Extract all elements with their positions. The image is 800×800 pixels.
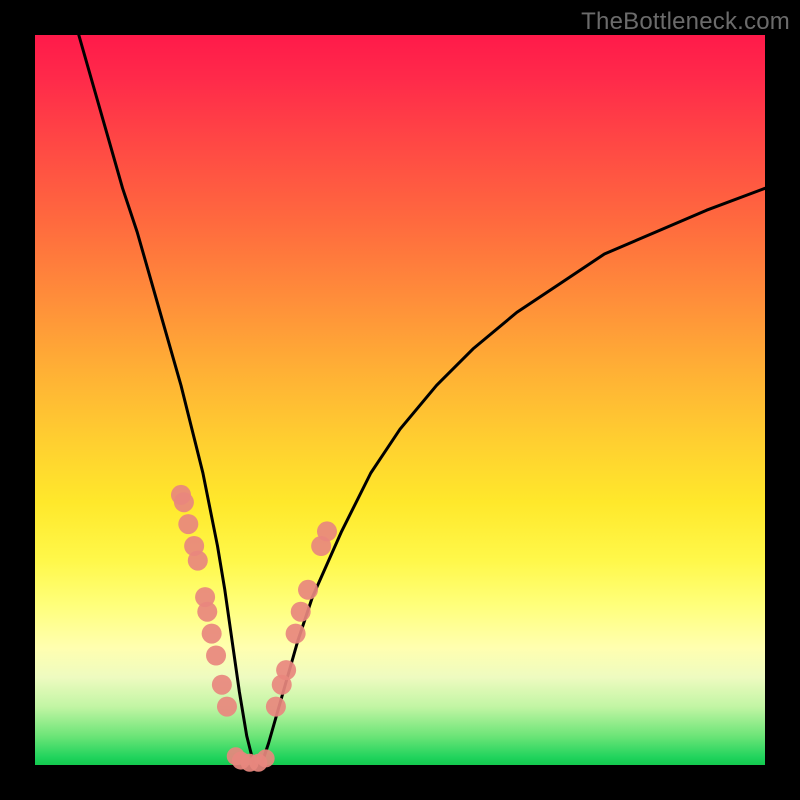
chart-svg [35, 35, 765, 765]
bottleneck-curve [79, 35, 765, 765]
chart-frame: TheBottleneck.com [0, 0, 800, 800]
watermark-label: TheBottleneck.com [581, 8, 790, 36]
chart-plot-area [35, 35, 765, 765]
marker-dots [171, 485, 337, 772]
